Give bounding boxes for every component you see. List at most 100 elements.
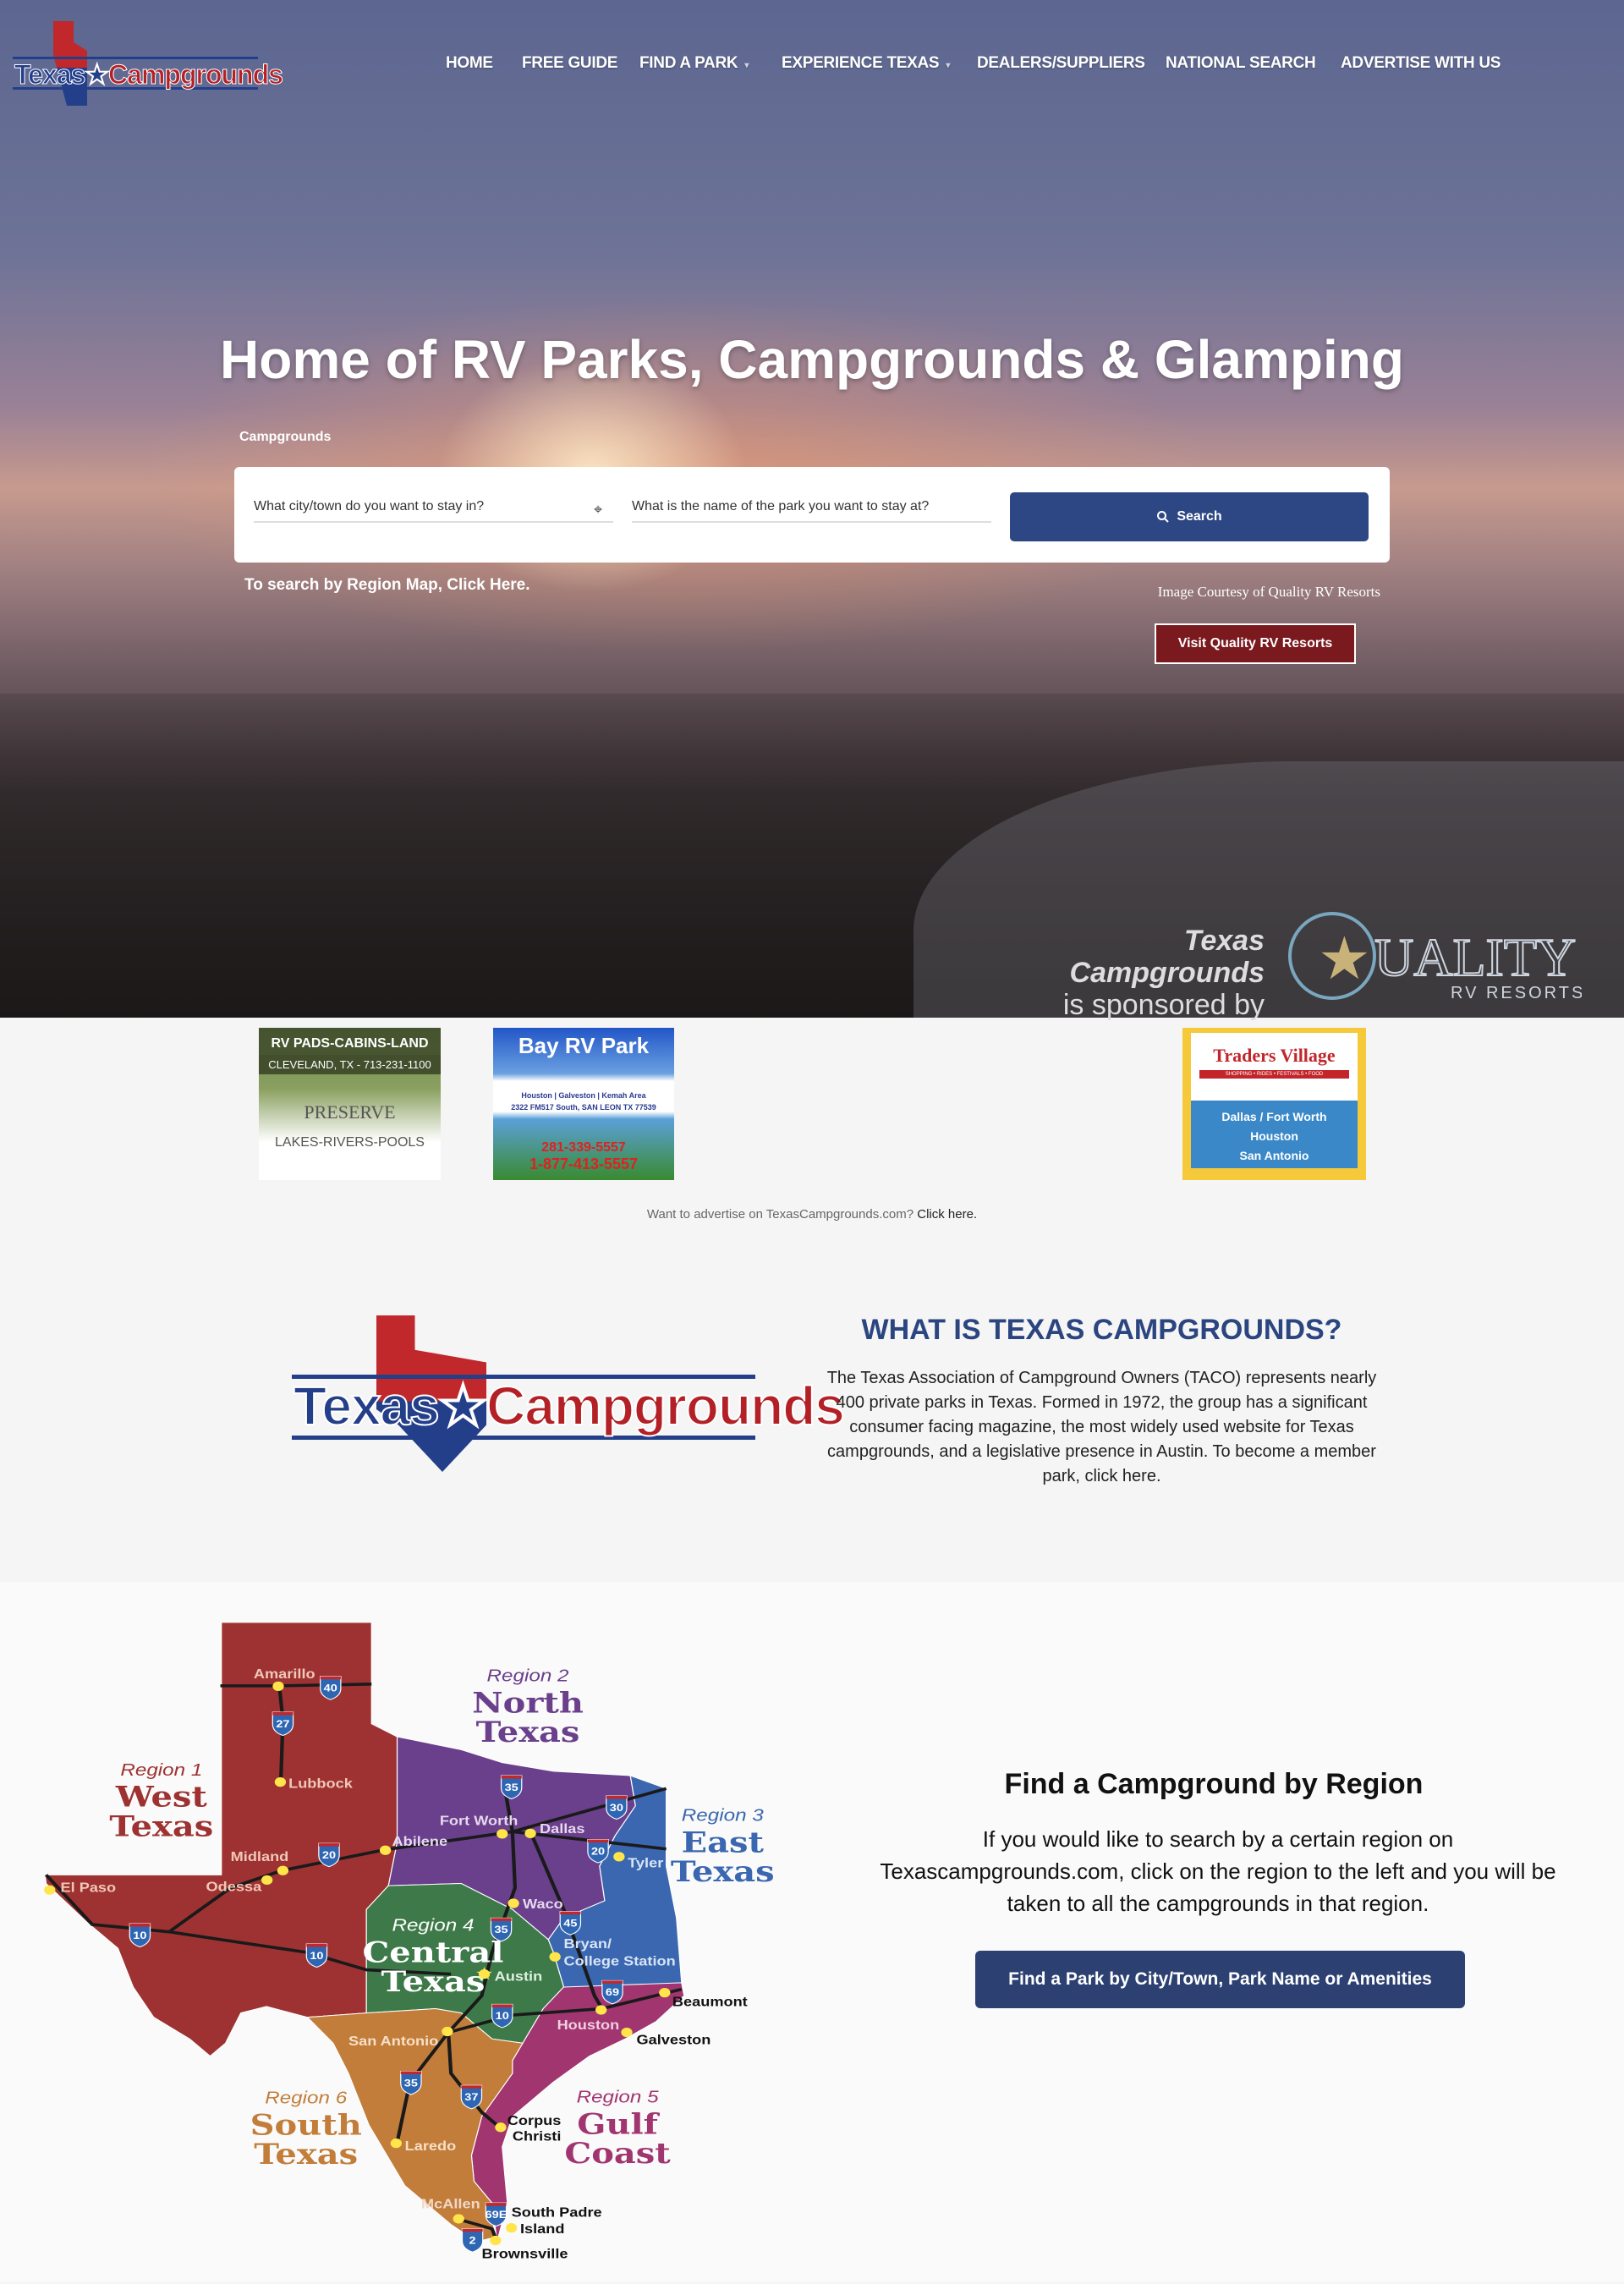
city-label[interactable]: Lubbock bbox=[288, 1776, 353, 1791]
ad-traders-village[interactable]: Traders Village SHOPPING • RIDES • FESTI… bbox=[1182, 1028, 1366, 1180]
find-park-button[interactable]: Find a Park by City/Town, Park Name or A… bbox=[975, 1951, 1465, 2008]
city-label[interactable]: Christi bbox=[513, 2129, 562, 2144]
ad-bay-rv-park[interactable]: Bay RV Park Houston | Galveston | Kemah … bbox=[493, 1028, 674, 1180]
svg-text:37: 37 bbox=[464, 2091, 478, 2103]
region-map-link[interactable]: To search by Region Map, Click Here. bbox=[244, 576, 530, 595]
interstate-shield-icon: 27 bbox=[272, 1711, 294, 1737]
texas-campgrounds-logo: Texas★Campgrounds bbox=[292, 1315, 846, 1472]
city-label[interactable]: Austin bbox=[495, 1969, 543, 1984]
texas-region-map[interactable]: Amarillo Lubbock Midland Odessa El Paso Abile… bbox=[0, 1607, 804, 2284]
city-label[interactable]: College Station bbox=[563, 1954, 675, 1968]
city-dot bbox=[442, 2026, 453, 2037]
city-label[interactable]: Midland bbox=[231, 1849, 289, 1864]
nav-experience-texas[interactable]: EXPERIENCE TEXAS ▾ bbox=[782, 54, 950, 73]
nav-home[interactable]: HOME bbox=[446, 54, 493, 73]
interstate-shield-icon: 37 bbox=[460, 2084, 483, 2110]
search-button[interactable]: Search bbox=[1010, 492, 1369, 541]
svg-text:69: 69 bbox=[606, 1986, 619, 1998]
about-heading: WHAT IS TEXAS CAMPGROUNDS? bbox=[861, 1314, 1342, 1346]
interstate-shield-icon: 20 bbox=[318, 1842, 340, 1868]
sponsor-text: Texas Campgrounds is sponsored by bbox=[1062, 925, 1265, 1021]
city-label[interactable]: Abilene bbox=[392, 1834, 447, 1848]
region-name-label[interactable]: West bbox=[115, 1780, 207, 1814]
city-dot bbox=[44, 1885, 56, 1895]
region-number-label[interactable]: Region 1 bbox=[120, 1760, 202, 1780]
search-card: ⌖ Search bbox=[234, 467, 1390, 563]
nav-advertise-with-us[interactable]: ADVERTISE WITH US bbox=[1341, 54, 1501, 73]
highway-line bbox=[220, 1683, 372, 1688]
city-dot bbox=[497, 1829, 508, 1839]
region-number-label[interactable]: Region 6 bbox=[265, 2089, 348, 2108]
city-label[interactable]: Laredo bbox=[405, 2139, 457, 2153]
chevron-down-icon: ▾ bbox=[946, 61, 951, 70]
advertise-note: Want to advertise on TexasCampgrounds.co… bbox=[646, 1207, 978, 1222]
about-body: The Texas Association of Campground Owne… bbox=[826, 1369, 1377, 1485]
svg-text:10: 10 bbox=[496, 2010, 509, 2022]
ad-preserve[interactable]: RV PADS-CABINS-LAND CLEVELAND, TX - 713-… bbox=[259, 1028, 441, 1180]
city-label[interactable]: Fort Worth bbox=[440, 1814, 518, 1828]
city-label[interactable]: Corpus bbox=[508, 2114, 562, 2128]
site-logo[interactable]: Texas★Campgrounds bbox=[13, 21, 283, 106]
region-number-label[interactable]: Region 4 bbox=[392, 1915, 474, 1935]
region-number-label[interactable]: Region 2 bbox=[487, 1666, 570, 1686]
nav-dealers-suppliers[interactable]: DEALERS/SUPPLIERS bbox=[977, 54, 1145, 73]
city-label[interactable]: Tyler bbox=[628, 1856, 664, 1870]
city-label[interactable]: Odessa bbox=[206, 1880, 262, 1894]
city-label[interactable]: El Paso bbox=[60, 1880, 116, 1895]
region-name-label[interactable]: Texas bbox=[254, 2137, 358, 2171]
region-name-label[interactable]: Texas bbox=[476, 1715, 580, 1749]
city-label[interactable]: Houston bbox=[557, 2018, 620, 2032]
region-name-label[interactable]: South bbox=[250, 2108, 362, 2142]
quality-rv-logo[interactable]: ★ UALITY RV RESORTS bbox=[1286, 909, 1583, 1002]
region-heading: Find a Campground by Region bbox=[1004, 1768, 1424, 1800]
city-label[interactable]: Beaumont bbox=[672, 1995, 748, 2009]
city-label[interactable]: Galveston bbox=[636, 2033, 710, 2047]
region-name-label[interactable]: Texas bbox=[381, 1964, 486, 1998]
region-name-label[interactable]: North bbox=[472, 1686, 584, 1720]
svg-text:69E: 69E bbox=[486, 2209, 508, 2221]
search-label: Search bbox=[1177, 509, 1222, 524]
region-number-label[interactable]: Region 3 bbox=[682, 1805, 765, 1825]
region-name-label[interactable]: Gulf bbox=[577, 2107, 660, 2141]
park-name-input[interactable] bbox=[632, 492, 991, 523]
city-label[interactable]: Waco bbox=[523, 1897, 563, 1911]
svg-text:45: 45 bbox=[563, 1918, 578, 1930]
city-label[interactable]: Amarillo bbox=[254, 1667, 315, 1682]
city-label[interactable]: McAllen bbox=[421, 2197, 480, 2211]
city-dot bbox=[277, 1865, 289, 1875]
city-dot bbox=[505, 2223, 518, 2233]
city-dot bbox=[595, 2005, 607, 2015]
nav-national-search[interactable]: NATIONAL SEARCH bbox=[1166, 54, 1316, 73]
region-name-label[interactable]: Texas bbox=[671, 1854, 775, 1888]
city-input[interactable] bbox=[254, 492, 613, 523]
tab-campgrounds[interactable]: Campgrounds bbox=[239, 430, 331, 445]
locate-icon[interactable]: ⌖ bbox=[594, 501, 602, 519]
svg-text:30: 30 bbox=[610, 1802, 623, 1814]
city-dot bbox=[453, 2214, 464, 2224]
region-name-label[interactable]: Coast bbox=[564, 2136, 670, 2170]
city-label[interactable]: Island bbox=[520, 2221, 565, 2236]
region-number-label[interactable]: Region 5 bbox=[577, 2087, 660, 2106]
map-region-1[interactable] bbox=[44, 1622, 398, 2057]
city-label[interactable]: Brownsville bbox=[482, 2247, 568, 2261]
interstate-shield-icon: 10 bbox=[491, 2003, 513, 2029]
region-name-label[interactable]: East bbox=[682, 1825, 764, 1858]
city-dot bbox=[272, 1681, 284, 1691]
city-label[interactable]: Dallas bbox=[540, 1821, 585, 1836]
nav-free-guide[interactable]: FREE GUIDE bbox=[522, 54, 617, 73]
interstate-shield-icon: 20 bbox=[587, 1838, 609, 1864]
city-label[interactable]: Bryan/ bbox=[563, 1936, 612, 1951]
city-label[interactable]: South Padre bbox=[512, 2205, 602, 2220]
region-name-label[interactable]: Texas bbox=[109, 1809, 213, 1843]
svg-text:27: 27 bbox=[276, 1718, 289, 1730]
city-dot bbox=[524, 1828, 536, 1838]
interstate-shield-icon: 45 bbox=[559, 1911, 582, 1935]
city-dot bbox=[621, 2027, 633, 2038]
nav-find-a-park[interactable]: FIND A PARK ▾ bbox=[639, 54, 749, 73]
city-label[interactable]: San Antonio bbox=[348, 2034, 438, 2048]
svg-text:RV RESORTS: RV RESORTS bbox=[1451, 984, 1582, 1002]
visit-quality-button[interactable]: Visit Quality RV Resorts bbox=[1155, 623, 1356, 664]
svg-text:2: 2 bbox=[469, 2235, 476, 2247]
svg-text:UALITY: UALITY bbox=[1374, 927, 1576, 987]
advertise-link[interactable]: Click here. bbox=[917, 1207, 977, 1222]
